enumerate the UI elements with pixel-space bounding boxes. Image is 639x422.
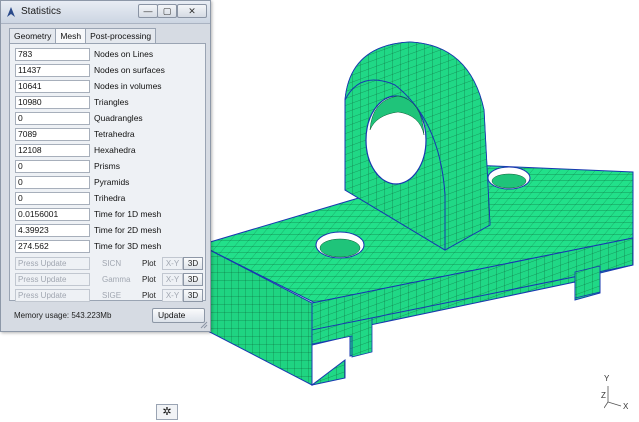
axes-triad-icon	[604, 386, 622, 409]
resize-grip-icon[interactable]	[200, 321, 208, 329]
xy-button[interactable]: X-Y	[162, 257, 183, 270]
plot-label: Plot	[142, 291, 156, 300]
stat-value: 0	[15, 176, 90, 189]
gear-button[interactable]: ✲	[156, 404, 178, 420]
stat-label: Time for 1D mesh	[94, 209, 162, 219]
gear-icon: ✲	[162, 406, 172, 418]
tab-mesh[interactable]: Mesh	[55, 28, 87, 44]
mesh-stats-panel: 783 Nodes on Lines 11437 Nodes on surfac…	[9, 43, 206, 302]
3d-button[interactable]: 3D	[183, 289, 203, 302]
update-button[interactable]: Update	[152, 308, 205, 323]
stat-value: 7089	[15, 128, 90, 141]
stat-value: 11437	[15, 64, 90, 77]
tab-geometry[interactable]: Geometry	[9, 28, 57, 43]
statistics-window: Statistics — ▢ ✕ Geometry Mesh Post-proc…	[0, 0, 211, 332]
quality-row-gamma: Press Update Gamma Plot X-Y 3D	[15, 273, 203, 286]
window-titlebar[interactable]: Statistics — ▢ ✕	[1, 1, 210, 24]
stat-label: Nodes on Lines	[94, 49, 154, 59]
stat-label: Tetrahedra	[94, 129, 135, 139]
minimize-button[interactable]: —	[138, 4, 158, 18]
tab-bar: Geometry Mesh Post-processing	[9, 28, 157, 44]
quality-measure-label: SICN	[102, 259, 122, 268]
stat-value: 0	[15, 160, 90, 173]
stat-value: 10980	[15, 96, 90, 109]
stat-value: 4.39923	[15, 224, 90, 237]
press-update-button[interactable]: Press Update	[15, 257, 90, 270]
update-button-label: Update	[158, 310, 186, 320]
stat-value: 0.0156001	[15, 208, 90, 221]
app-icon	[7, 7, 15, 17]
press-update-button[interactable]: Press Update	[15, 289, 90, 302]
plot-label: Plot	[142, 259, 156, 268]
tab-post-processing[interactable]: Post-processing	[85, 28, 157, 43]
press-update-button[interactable]: Press Update	[15, 273, 90, 286]
maximize-icon: ▢	[162, 6, 172, 16]
stat-value: 0	[15, 192, 90, 205]
3d-button[interactable]: 3D	[183, 257, 203, 270]
close-icon: ✕	[188, 6, 196, 16]
stat-label: Time for 3D mesh	[94, 241, 162, 251]
base-hole-back-wall	[491, 173, 527, 189]
quality-measure-label: Gamma	[102, 275, 131, 284]
window-title: Statistics	[21, 6, 62, 17]
quality-measure-label: SIGE	[102, 291, 122, 300]
memory-usage-text: Memory usage: 543.223Mb	[14, 311, 112, 320]
xy-button[interactable]: X-Y	[162, 289, 183, 302]
base-hole-front-wall	[319, 238, 361, 258]
minimize-icon: —	[143, 6, 153, 16]
stat-value: 0	[15, 112, 90, 125]
xy-button[interactable]: X-Y	[162, 273, 183, 286]
stat-value: 12108	[15, 144, 90, 157]
stat-label: Prisms	[94, 161, 120, 171]
stat-value: 10641	[15, 80, 90, 93]
stat-label: Triangles	[94, 97, 129, 107]
stat-value: 274.562	[15, 240, 90, 253]
stat-label: Hexahedra	[94, 145, 136, 155]
close-button[interactable]: ✕	[177, 4, 207, 18]
stat-label: Time for 2D mesh	[94, 225, 162, 235]
stat-label: Nodes in volumes	[94, 81, 162, 91]
plot-label: Plot	[142, 275, 156, 284]
stat-label: Quadrangles	[94, 113, 143, 123]
stat-label: Trihedra	[94, 193, 126, 203]
base-back-foot	[574, 265, 601, 299]
stat-value: 783	[15, 48, 90, 61]
stat-label: Nodes on surfaces	[94, 65, 165, 75]
quality-row-sicn: Press Update SICN Plot X-Y 3D	[15, 257, 203, 270]
quality-row-sige: Press Update SIGE Plot X-Y 3D	[15, 289, 203, 302]
maximize-button[interactable]: ▢	[157, 4, 177, 18]
3d-button[interactable]: 3D	[183, 273, 203, 286]
stat-label: Pyramids	[94, 177, 130, 187]
